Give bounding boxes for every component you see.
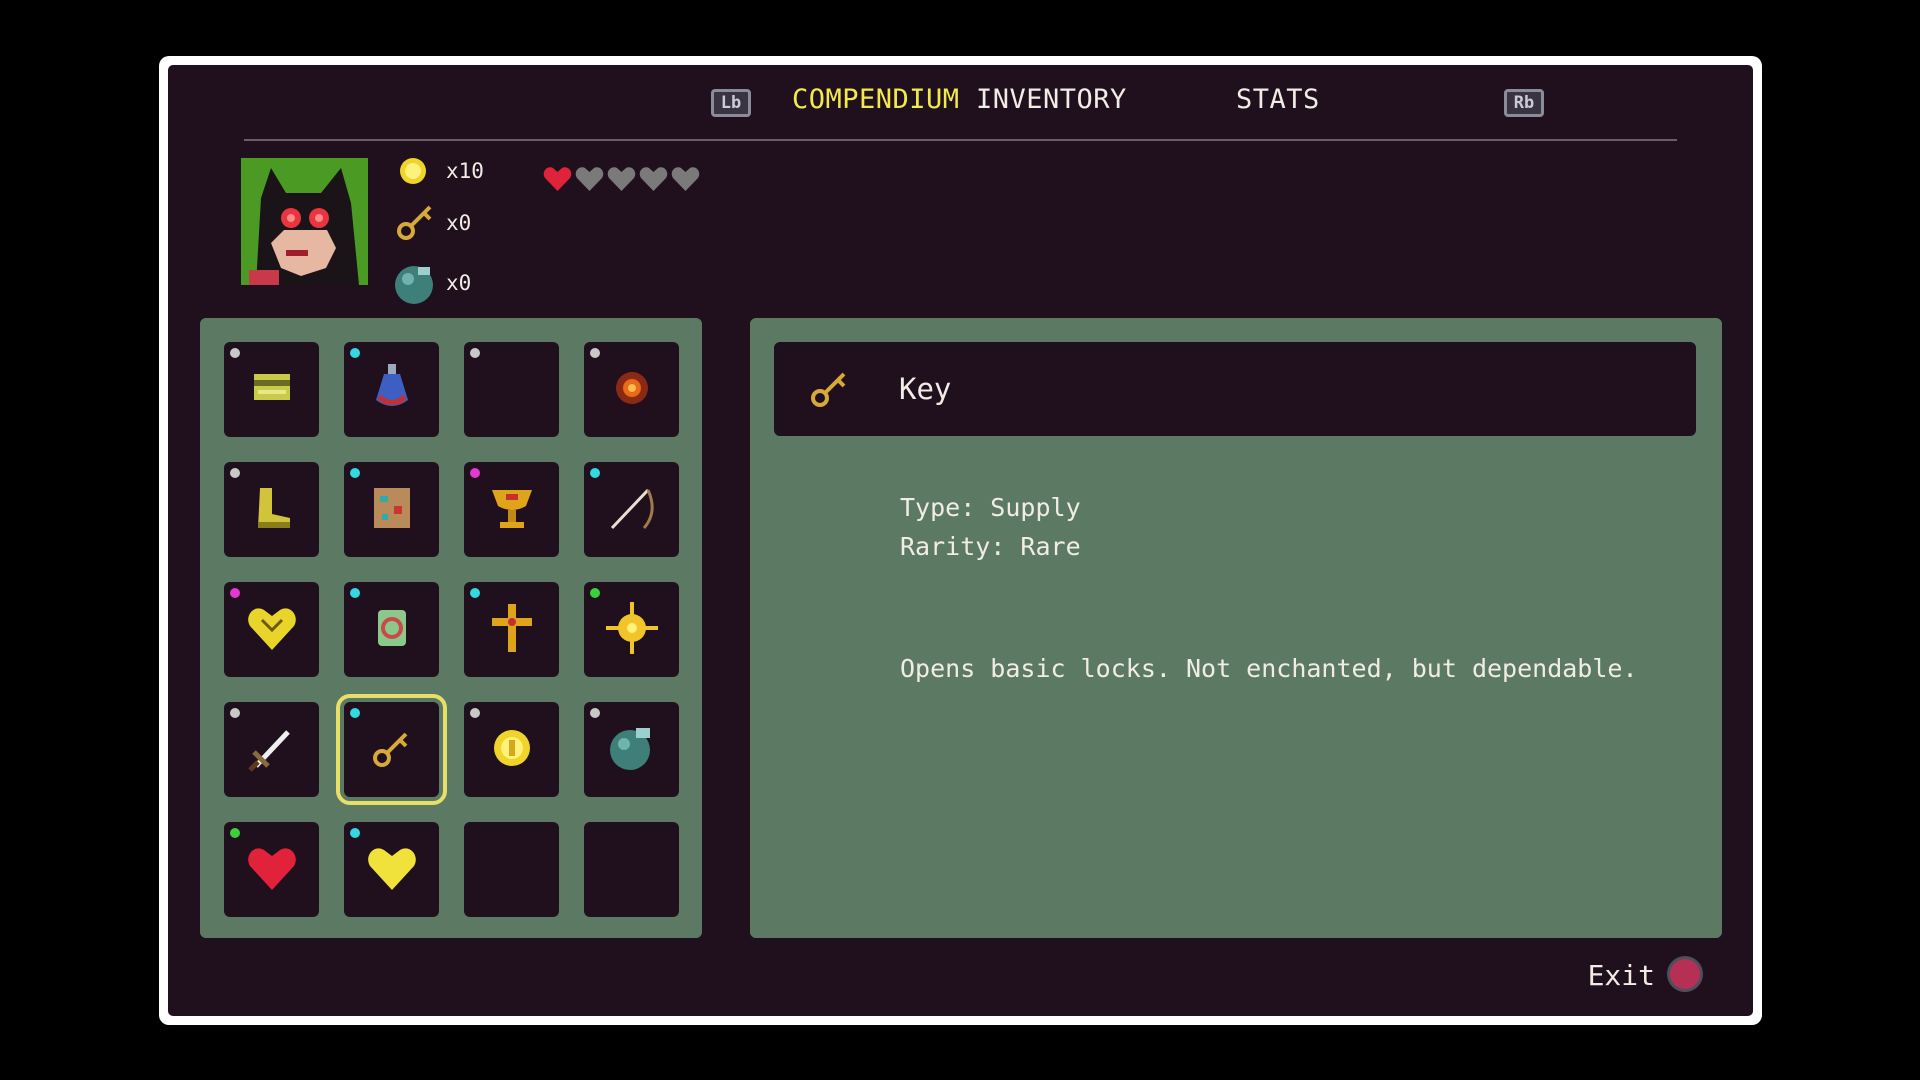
coin-counter: x10: [392, 149, 484, 193]
red-heart-icon: [240, 836, 304, 904]
tab-bar: Lb COMPENDIUM INVENTORY STATS Rb: [244, 65, 1677, 141]
grid-slot-sun[interactable]: [584, 582, 679, 677]
grid-slot-empty[interactable]: [464, 822, 559, 917]
rarity-dot: [470, 588, 480, 598]
tab-compendium[interactable]: COMPENDIUM: [792, 84, 960, 115]
grid-slot-bomb[interactable]: [584, 702, 679, 797]
grid-slot-empty[interactable]: [584, 822, 679, 917]
key-icon: [392, 201, 442, 245]
item-type: Type: Supply: [900, 493, 1081, 522]
rarity-dot: [230, 468, 240, 478]
tab-stats[interactable]: STATS: [1236, 84, 1320, 115]
rarity-dot: [230, 348, 240, 358]
rarity-dot: [590, 348, 600, 358]
potion-icon: [360, 356, 424, 424]
item-detail-panel: Key Type: Supply Rarity: Rare Opens basi…: [750, 318, 1722, 938]
grid-slot-map[interactable]: [344, 462, 439, 557]
bomb-count: x0: [446, 271, 472, 295]
grid-slot-moon[interactable]: [464, 342, 559, 437]
rarity-dot: [350, 588, 360, 598]
grid-slot-boot[interactable]: [224, 462, 319, 557]
b-button-icon[interactable]: [1667, 956, 1703, 992]
sword-icon: [240, 716, 304, 784]
heart-empty-icon: [607, 166, 636, 196]
rarity-dot: [470, 708, 480, 718]
coin-count: x10: [446, 159, 484, 183]
grid-slot-scroll[interactable]: [224, 342, 319, 437]
grid-slot-red-heart[interactable]: [224, 822, 319, 917]
grid-slot-cross[interactable]: [464, 582, 559, 677]
scroll-icon: [240, 356, 304, 424]
map-icon: [360, 476, 424, 544]
item-detail-header: Key: [774, 342, 1696, 436]
rarity-dot: [350, 708, 360, 718]
grid-slot-golden-heart[interactable]: [224, 582, 319, 677]
key-icon: [808, 370, 852, 414]
grid-slot-coin[interactable]: [464, 702, 559, 797]
rarity-dot: [470, 468, 480, 478]
fire-orb-icon: [600, 356, 664, 424]
lb-bumper-icon[interactable]: Lb: [711, 89, 751, 117]
grid-slot-bow[interactable]: [584, 462, 679, 557]
sun-icon: [600, 596, 664, 664]
grid-slot-ring[interactable]: [344, 582, 439, 677]
heart-empty-icon: [639, 166, 668, 196]
grid-slot-sword[interactable]: [224, 702, 319, 797]
rarity-dot: [230, 588, 240, 598]
rarity-dot: [590, 588, 600, 598]
item-rarity: Rarity: Rare: [900, 532, 1081, 561]
coin-icon: [480, 716, 544, 784]
bomb-icon: [392, 261, 442, 305]
window-frame: Lb COMPENDIUM INVENTORY STATS Rb x10 x0 …: [159, 56, 1762, 1025]
rarity-dot: [470, 348, 480, 358]
coin-icon: [392, 149, 442, 193]
item-description: Opens basic locks. Not enchanted, but de…: [900, 654, 1638, 683]
cross-icon: [480, 596, 544, 664]
heart-empty-icon: [575, 166, 604, 196]
rarity-dot: [350, 828, 360, 838]
bomb-counter: x0: [392, 261, 471, 305]
item-grid: [200, 318, 702, 938]
moon-icon: [480, 356, 544, 424]
rarity-dot: [230, 828, 240, 838]
key-icon: [360, 716, 424, 784]
ring-icon: [360, 596, 424, 664]
character-portrait: [241, 158, 368, 285]
rarity-dot: [350, 348, 360, 358]
chalice-icon: [480, 476, 544, 544]
compendium-panel: Lb COMPENDIUM INVENTORY STATS Rb x10 x0 …: [168, 65, 1753, 1016]
grid-slot-key[interactable]: [336, 694, 447, 805]
golden-heart-icon: [240, 596, 304, 664]
heart-full-icon: [543, 166, 572, 196]
heart-empty-icon: [671, 166, 700, 196]
bow-icon: [600, 476, 664, 544]
tab-inventory[interactable]: INVENTORY: [976, 84, 1127, 115]
rarity-dot: [590, 468, 600, 478]
key-counter: x0: [392, 201, 471, 245]
bomb-icon: [600, 716, 664, 784]
boot-icon: [240, 476, 304, 544]
rb-bumper-icon[interactable]: Rb: [1504, 89, 1544, 117]
grid-slot-chalice[interactable]: [464, 462, 559, 557]
health-hearts: [543, 166, 700, 196]
yellow-heart-icon: [360, 836, 424, 904]
rarity-dot: [230, 708, 240, 718]
rarity-dot: [350, 468, 360, 478]
grid-slot-fire-orb[interactable]: [584, 342, 679, 437]
key-count: x0: [446, 211, 472, 235]
exit-label[interactable]: Exit: [1588, 959, 1655, 992]
grid-slot-potion[interactable]: [344, 342, 439, 437]
rarity-dot: [590, 708, 600, 718]
grid-slot-yellow-heart[interactable]: [344, 822, 439, 917]
item-name: Key: [899, 372, 952, 406]
